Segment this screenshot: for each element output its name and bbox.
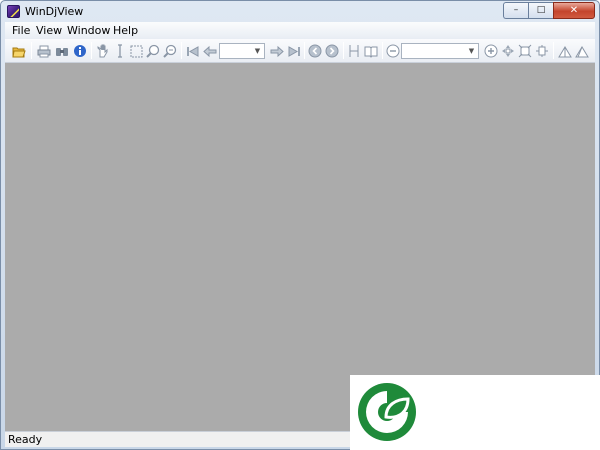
rotate-left-icon[interactable] bbox=[558, 44, 572, 58]
find-icon[interactable] bbox=[55, 44, 69, 58]
watermark-panel bbox=[350, 375, 600, 450]
zoom-out-icon[interactable] bbox=[386, 44, 400, 58]
chevron-down-icon: ▼ bbox=[468, 47, 475, 55]
open-icon[interactable] bbox=[12, 44, 26, 58]
toolbar-separator bbox=[181, 42, 182, 59]
back-icon[interactable] bbox=[308, 44, 322, 58]
hand-icon[interactable] bbox=[96, 44, 110, 58]
toolbar-separator bbox=[91, 42, 92, 59]
toolbar-separator bbox=[382, 42, 383, 59]
info-icon[interactable] bbox=[73, 44, 87, 58]
toolbar-separator bbox=[304, 42, 305, 59]
menu-help[interactable]: Help bbox=[113, 24, 138, 37]
caption-buttons: – □ ✕ bbox=[503, 2, 595, 19]
actual-size-icon[interactable] bbox=[518, 44, 532, 58]
page-number-combo[interactable]: ▼ bbox=[219, 43, 265, 59]
green-leaf-logo-icon bbox=[358, 383, 416, 441]
previous-page-icon[interactable] bbox=[203, 44, 217, 58]
zoom-in-tool-icon[interactable] bbox=[146, 44, 160, 58]
rect-select-icon[interactable] bbox=[129, 44, 143, 58]
rotate-right-icon[interactable] bbox=[575, 44, 589, 58]
first-page-icon[interactable] bbox=[186, 44, 200, 58]
menu-window[interactable]: Window bbox=[67, 24, 110, 37]
chevron-down-icon: ▼ bbox=[254, 47, 261, 55]
fit-page-icon[interactable] bbox=[501, 44, 515, 58]
zoom-combo[interactable]: ▼ bbox=[401, 43, 479, 59]
toolbar-separator bbox=[343, 42, 344, 59]
window-title: WinDjView bbox=[25, 5, 84, 18]
zoom-out-tool-icon[interactable] bbox=[163, 44, 177, 58]
print-icon[interactable] bbox=[37, 44, 51, 58]
last-page-icon[interactable] bbox=[287, 44, 301, 58]
menu-file[interactable]: File bbox=[12, 24, 30, 37]
menu-view[interactable]: View bbox=[36, 24, 62, 37]
zoom-in-icon[interactable] bbox=[484, 44, 498, 58]
next-page-icon[interactable] bbox=[270, 44, 284, 58]
text-select-icon[interactable] bbox=[113, 44, 127, 58]
toolbar: ▼ ▼ bbox=[5, 39, 595, 63]
two-pages-icon[interactable] bbox=[364, 44, 378, 58]
close-button[interactable]: ✕ bbox=[553, 2, 595, 19]
single-page-icon[interactable] bbox=[347, 44, 361, 58]
status-text: Ready bbox=[8, 433, 43, 446]
fit-width-icon[interactable] bbox=[535, 44, 549, 58]
title-bar[interactable]: WinDjView – □ ✕ bbox=[1, 1, 599, 22]
maximize-button[interactable]: □ bbox=[528, 2, 553, 19]
menu-bar: File View Window Help bbox=[5, 22, 595, 39]
forward-icon[interactable] bbox=[325, 44, 339, 58]
windjview-app-icon[interactable] bbox=[7, 5, 20, 18]
toolbar-separator bbox=[31, 42, 32, 59]
toolbar-separator bbox=[553, 42, 554, 59]
minimize-button[interactable]: – bbox=[503, 2, 528, 19]
